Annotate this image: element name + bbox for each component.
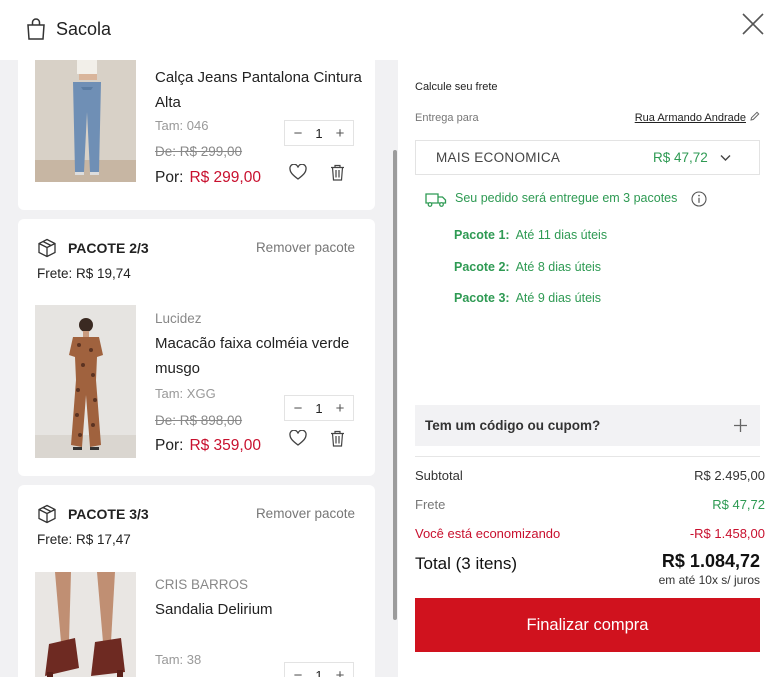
cart-items-list[interactable]: Calça Jeans Pantalona Cintura Alta Tam: …: [0, 60, 398, 677]
checkout-button[interactable]: Finalizar compra: [415, 598, 760, 652]
order-summary-panel: Calcule seu frete Entrega para Rua Arman…: [398, 60, 772, 677]
quantity-stepper[interactable]: − 1 +: [284, 662, 354, 677]
package-shipping: Frete: R$ 19,74: [37, 266, 131, 281]
decrease-quantity-button[interactable]: −: [291, 125, 305, 142]
close-icon[interactable]: [738, 9, 768, 39]
price-label: Por:: [155, 437, 184, 454]
trash-icon[interactable]: [330, 430, 345, 447]
package-header: PACOTE 3/3: [37, 504, 149, 524]
quantity-value: 1: [315, 667, 323, 677]
package-title: PACOTE 3/3: [68, 506, 149, 522]
package-eta-2: Pacote 2: Até 8 dias úteis: [454, 260, 601, 274]
package-eta-3: Pacote 3: Até 9 dias úteis: [454, 291, 601, 305]
package-header: PACOTE 2/3: [37, 238, 149, 258]
product-size: Tam: XGG: [155, 386, 216, 401]
heart-icon[interactable]: [289, 164, 307, 180]
truck-icon: [425, 193, 447, 207]
price-label: Por:: [155, 169, 184, 186]
delivery-address-link[interactable]: Rua Armando Andrade: [635, 112, 746, 124]
chevron-down-icon: [720, 155, 731, 161]
product-brand: CRIS BARROS: [155, 577, 249, 592]
package-eta-label: Pacote 2:: [454, 260, 510, 274]
package-box-icon: [38, 504, 56, 524]
divider: [415, 456, 760, 457]
drawer-header: Sacola: [0, 0, 772, 60]
current-price: Por: R$ 359,00: [155, 437, 261, 455]
package-card-1: Calça Jeans Pantalona Cintura Alta Tam: …: [18, 60, 375, 210]
original-price: De: R$ 898,00: [155, 413, 243, 428]
deliver-to-label: Entrega para: [415, 112, 479, 124]
coupon-accordion[interactable]: Tem um código ou cupom?: [415, 405, 760, 446]
quantity-value: 1: [315, 400, 323, 416]
package-eta-label: Pacote 3:: [454, 291, 510, 305]
package-shipping: Frete: R$ 17,47: [37, 532, 131, 547]
product-name[interactable]: Sandalia Delirium: [155, 597, 365, 622]
quantity-value: 1: [315, 125, 323, 141]
product-brand: Lucidez: [155, 311, 202, 326]
trash-icon[interactable]: [330, 164, 345, 181]
package-box-icon: [38, 238, 56, 258]
package-eta-1: Pacote 1: Até 11 dias úteis: [454, 228, 607, 242]
shopping-bag-icon: [27, 18, 45, 40]
price-value: R$ 299,00: [189, 169, 261, 186]
plus-icon[interactable]: [733, 418, 748, 433]
remove-package-button[interactable]: Remover pacote: [256, 240, 355, 255]
product-name[interactable]: Calça Jeans Pantalona Cintura Alta: [155, 65, 365, 115]
product-size: Tam: 38: [155, 652, 202, 667]
subtotal-label: Subtotal: [415, 468, 463, 483]
package-eta-value: Até 11 dias úteis: [515, 228, 608, 242]
savings-value: -R$ 1.458,00: [689, 526, 765, 541]
shipping-label: Frete: [415, 497, 446, 512]
decrease-quantity-button[interactable]: −: [291, 667, 305, 677]
scrollbar-thumb[interactable]: [393, 150, 397, 620]
page-title: Sacola: [56, 19, 112, 39]
shipping-method-price: R$ 47,72: [653, 150, 708, 165]
coupon-label: Tem um código ou cupom?: [425, 418, 601, 433]
installments-text: em até 10x s/ juros: [658, 573, 760, 587]
total-value: R$ 1.084,72: [661, 551, 760, 571]
shipping-method-name: MAIS ECONOMICA: [436, 150, 561, 165]
savings-label: Você está economizando: [415, 526, 561, 541]
price-value: R$ 359,00: [189, 437, 261, 454]
package-title: PACOTE 2/3: [68, 240, 149, 256]
increase-quantity-button[interactable]: +: [333, 667, 347, 677]
package-eta-value: Até 8 dias úteis: [515, 260, 602, 274]
product-image[interactable]: [35, 572, 136, 677]
quantity-stepper[interactable]: − 1 +: [284, 395, 354, 421]
package-card-3: PACOTE 3/3 Remover pacote Frete: R$ 17,4…: [18, 485, 375, 677]
delivery-message: Seu pedido será entregue em 3 pacotes: [455, 191, 678, 205]
pencil-icon[interactable]: [750, 111, 760, 121]
increase-quantity-button[interactable]: +: [333, 400, 347, 417]
increase-quantity-button[interactable]: +: [333, 125, 347, 142]
product-name[interactable]: Macacão faixa colméia verde musgo: [155, 331, 365, 381]
total-label: Total (3 itens): [415, 554, 518, 573]
current-price: Por: R$ 299,00: [155, 169, 261, 187]
quantity-stepper[interactable]: − 1 +: [284, 120, 354, 146]
product-size: Tam: 046: [155, 118, 209, 133]
package-card-2: PACOTE 2/3 Remover pacote Frete: R$ 19,7…: [18, 219, 375, 476]
package-eta-label: Pacote 1:: [454, 228, 510, 242]
package-eta-value: Até 9 dias úteis: [515, 291, 602, 305]
shipping-value: R$ 47,72: [712, 497, 765, 512]
product-image[interactable]: [35, 305, 136, 458]
original-price: De: R$ 299,00: [155, 144, 243, 159]
info-icon[interactable]: [691, 191, 707, 207]
decrease-quantity-button[interactable]: −: [291, 400, 305, 417]
shipping-method-select[interactable]: MAIS ECONOMICA R$ 47,72: [415, 140, 760, 175]
product-image[interactable]: [35, 60, 136, 182]
subtotal-value: R$ 2.495,00: [694, 468, 765, 483]
heart-icon[interactable]: [289, 430, 307, 446]
shipping-calc-label: Calcule seu frete: [415, 81, 498, 93]
remove-package-button[interactable]: Remover pacote: [256, 506, 355, 521]
